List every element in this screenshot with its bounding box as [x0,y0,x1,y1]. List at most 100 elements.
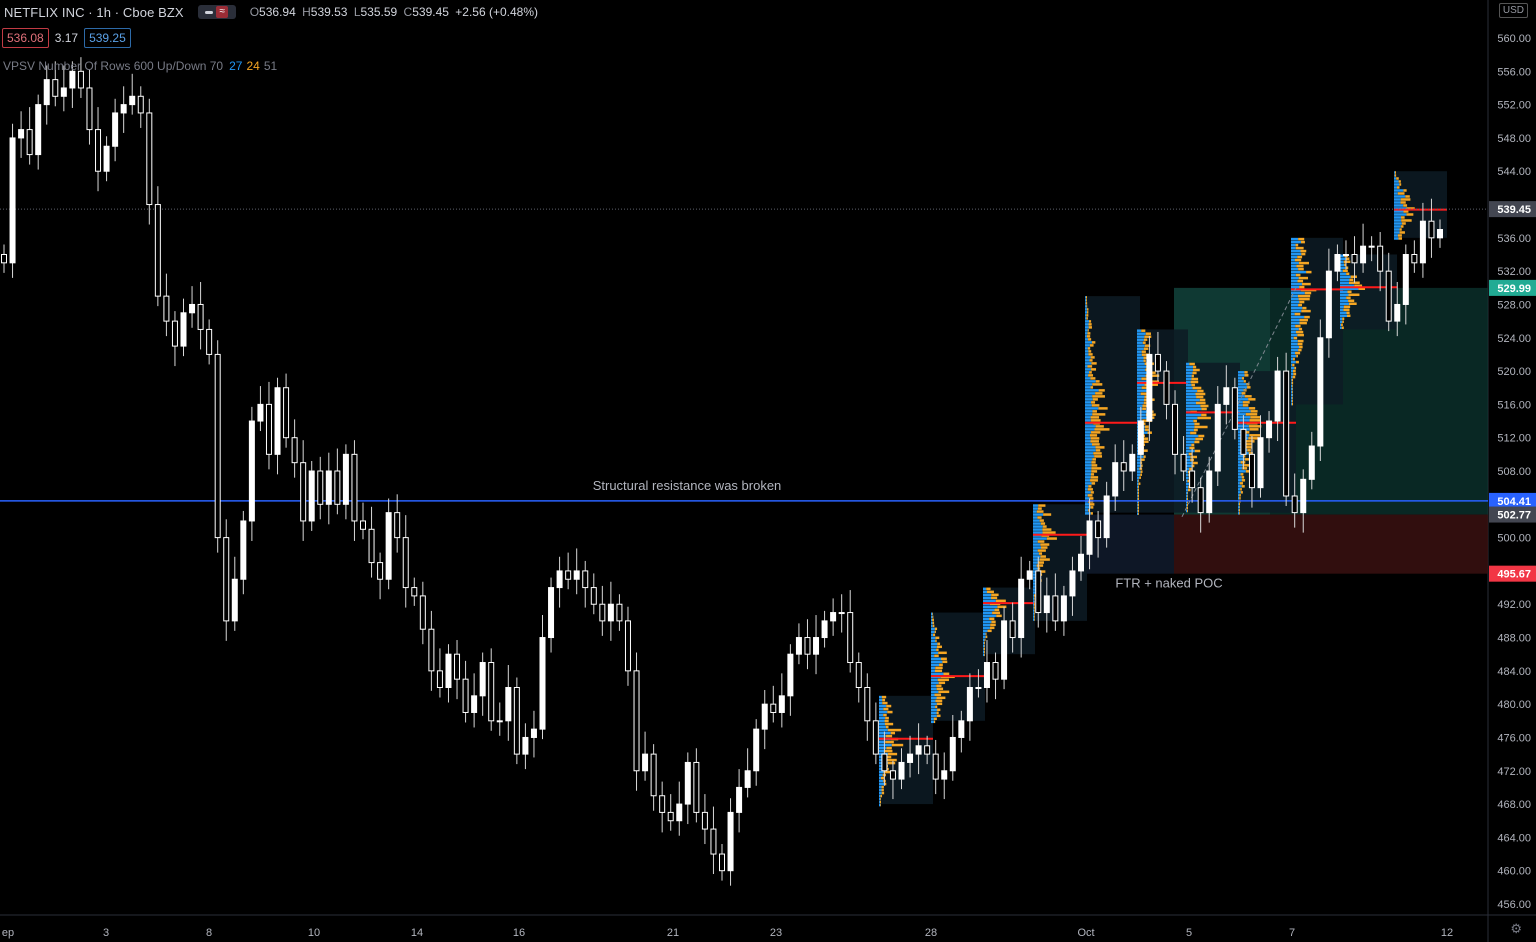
candle-body[interactable] [1009,620,1016,639]
candle-body[interactable] [958,720,965,738]
candle-body[interactable] [642,753,649,772]
candle-body[interactable] [975,687,982,689]
candle-body[interactable] [1197,487,1204,514]
candle-body[interactable] [727,811,734,872]
candle-body[interactable] [1146,353,1153,422]
candle-body[interactable] [436,670,443,688]
candle-body[interactable] [291,437,298,464]
candle-body[interactable] [103,145,110,172]
candle-body[interactable] [471,695,478,713]
candle-body[interactable] [1,254,7,264]
candle-body[interactable] [129,95,136,106]
candle-body[interactable] [821,620,828,639]
candle-body[interactable] [1325,270,1332,339]
currency-label[interactable]: USD [1498,3,1528,18]
candle-body[interactable] [1351,254,1358,264]
candle-body[interactable] [112,112,119,147]
candle-body[interactable] [163,295,170,322]
candle-body[interactable] [342,453,349,505]
candle-body[interactable] [548,587,555,639]
candle-body[interactable] [898,761,905,780]
candle-body[interactable] [1154,353,1161,372]
candle-body[interactable] [633,670,640,772]
candle-body[interactable] [325,470,332,505]
candle-body[interactable] [1300,478,1307,514]
candle-body[interactable] [360,520,366,530]
candle-body[interactable] [624,620,631,672]
candle-body[interactable] [855,662,862,688]
candle-body[interactable] [1001,620,1008,680]
candle-body[interactable] [1026,570,1033,580]
candle-body[interactable] [667,811,674,822]
candle-body[interactable] [26,129,33,156]
candle-body[interactable] [1172,403,1179,455]
candle-body[interactable] [137,95,144,114]
candle-body[interactable] [804,637,811,655]
candle-body[interactable] [1189,470,1196,489]
candle-body[interactable] [1231,387,1238,430]
candle-body[interactable] [428,628,435,672]
candle-body[interactable] [1035,570,1042,614]
candle-body[interactable] [462,678,469,713]
candle-body[interactable] [1163,370,1170,405]
candle-body[interactable] [146,112,153,206]
candle-body[interactable] [505,687,512,722]
candle-body[interactable] [1214,403,1221,472]
candle-body[interactable] [1291,495,1298,514]
candle-body[interactable] [445,653,452,689]
candle-body[interactable] [1103,495,1110,539]
candle-body[interactable] [778,695,785,713]
candle-body[interactable] [1257,437,1264,489]
candle-body[interactable] [719,853,725,872]
candle-body[interactable] [60,87,67,97]
candle-body[interactable] [659,795,666,813]
candle-body[interactable] [214,353,221,539]
candle-body[interactable] [377,562,384,580]
candle-body[interactable] [1240,428,1247,455]
candle-body[interactable] [881,753,888,772]
candle-body[interactable] [402,537,409,589]
candle-body[interactable] [736,786,743,813]
candle-body[interactable] [1411,254,1418,264]
candle-body[interactable] [676,803,683,822]
candle-body[interactable] [368,528,375,564]
candle-body[interactable] [274,387,281,455]
candle-body[interactable] [983,662,990,688]
candle-body[interactable] [1120,462,1127,472]
candle-body[interactable] [513,687,520,755]
candle-body[interactable] [1377,245,1384,272]
candle-body[interactable] [9,137,16,264]
candle-body[interactable] [590,587,597,605]
candle-body[interactable] [1428,220,1435,239]
candle-body[interactable] [744,770,751,788]
candle-body[interactable] [189,303,196,314]
candle-body[interactable] [394,512,401,539]
candle-body[interactable] [616,603,623,622]
candle-body[interactable] [496,720,503,723]
candle-body[interactable] [231,578,238,622]
visibility-toggle[interactable]: ≈ [197,5,236,19]
candle-body[interactable] [1180,453,1187,472]
candle-body[interactable] [1368,245,1375,248]
annotation-ftr[interactable]: FTR + naked POC [1115,576,1222,591]
candle-body[interactable] [693,761,700,813]
candle-body[interactable] [530,728,537,738]
candle-body[interactable] [992,662,999,680]
candle-body[interactable] [419,595,426,630]
candle-body[interactable] [1334,254,1341,272]
candle-body[interactable] [240,520,247,580]
candle-body[interactable] [1112,462,1119,497]
candle-body[interactable] [488,662,495,722]
candle-body[interactable] [1086,520,1093,555]
candle-body[interactable] [180,312,187,347]
candle-body[interactable] [223,537,230,622]
candle-body[interactable] [650,753,657,797]
candle-body[interactable] [479,662,486,697]
candle-body[interactable] [830,612,837,622]
candle-body[interactable] [248,420,255,522]
gear-icon[interactable]: ⚙ [1510,921,1522,937]
candle-body[interactable] [1342,254,1349,256]
candle-body[interactable] [197,303,204,330]
candle-body[interactable] [1274,370,1281,422]
candle-body[interactable] [864,687,871,722]
